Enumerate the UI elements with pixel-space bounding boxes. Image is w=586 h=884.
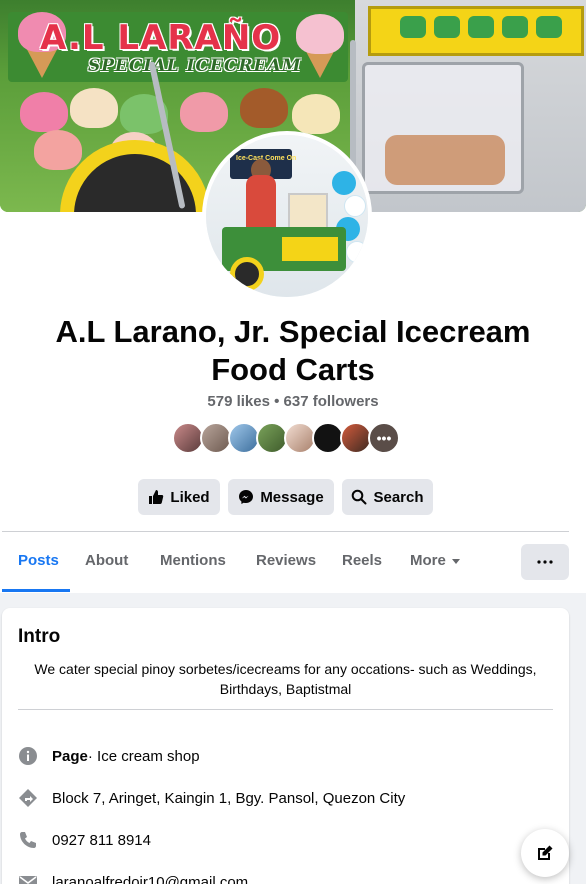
search-icon bbox=[352, 489, 367, 505]
scoop-decoration bbox=[34, 130, 82, 170]
message-label: Message bbox=[260, 488, 324, 506]
page-category-row: Page · Ice cream shop bbox=[18, 744, 200, 768]
address-text: Block 7, Aringet, Kaingin 1, Bgy. Pansol… bbox=[52, 789, 406, 807]
tab-more-label: More bbox=[410, 552, 446, 569]
intro-card: Intro We cater special pinoy sorbetes/ic… bbox=[2, 608, 569, 884]
tab-more[interactable]: More bbox=[410, 552, 460, 569]
more-dots-icon bbox=[537, 560, 553, 564]
tab-mentions[interactable]: Mentions bbox=[160, 552, 226, 569]
info-icon bbox=[18, 746, 38, 766]
phone-text: 0927 811 8914 bbox=[52, 831, 151, 849]
page-title: A.L Larano, Jr. Special Icecream Food Ca… bbox=[0, 313, 586, 389]
search-button[interactable]: Search bbox=[342, 479, 433, 515]
hex-decoration bbox=[468, 16, 494, 38]
compose-button[interactable] bbox=[521, 829, 569, 877]
action-buttons: Liked Message Search bbox=[0, 479, 586, 515]
email-icon bbox=[18, 872, 38, 884]
messenger-icon bbox=[239, 490, 254, 504]
cover-sign-subtitle: SPECIAL ICECREAM bbox=[88, 56, 302, 76]
balloon-decoration bbox=[332, 171, 356, 195]
likes-followers-count[interactable]: 579 likes • 637 followers bbox=[0, 393, 586, 410]
email-text: laranoalfredojr10@gmail.com bbox=[52, 873, 249, 884]
crate-contents bbox=[385, 135, 505, 185]
avatar-cart-wheel bbox=[230, 257, 264, 291]
page-category: · Ice cream shop bbox=[87, 747, 200, 765]
balloon-decoration bbox=[346, 241, 368, 263]
hex-decoration bbox=[502, 16, 528, 38]
scoop-decoration bbox=[180, 92, 228, 132]
compose-icon bbox=[538, 845, 553, 860]
liked-label: Liked bbox=[170, 488, 210, 506]
more-options-button[interactable] bbox=[521, 544, 569, 580]
cover-sign-title: A.L LARAÑO bbox=[40, 18, 282, 58]
address-row[interactable]: Block 7, Aringet, Kaingin 1, Bgy. Pansol… bbox=[18, 786, 405, 810]
scoop-decoration bbox=[292, 94, 340, 134]
intro-title: Intro bbox=[18, 626, 61, 647]
scoop-decoration bbox=[240, 88, 288, 128]
search-label: Search bbox=[373, 488, 424, 506]
liked-button[interactable]: Liked bbox=[138, 479, 220, 515]
phone-row[interactable]: 0927 811 8914 bbox=[18, 828, 151, 852]
cart-crate bbox=[362, 62, 524, 194]
avatar-cart-panel bbox=[282, 237, 338, 261]
content-area: Intro We cater special pinoy sorbetes/ic… bbox=[0, 593, 586, 884]
hex-decoration bbox=[536, 16, 562, 38]
balloon-decoration bbox=[344, 195, 366, 217]
caret-down-icon bbox=[451, 558, 460, 564]
tab-reviews[interactable]: Reviews bbox=[256, 552, 316, 569]
profile-avatar[interactable]: Ice-Cast Come On bbox=[202, 131, 372, 301]
page-tabs: Posts About Mentions Reviews Reels More bbox=[0, 532, 586, 592]
like-icon bbox=[149, 490, 164, 504]
email-row[interactable]: laranoalfredojr10@gmail.com bbox=[18, 870, 248, 884]
scoop-decoration bbox=[70, 88, 118, 128]
avatar-cart-top bbox=[288, 193, 328, 229]
active-tab-indicator bbox=[2, 589, 70, 592]
hex-decoration bbox=[434, 16, 460, 38]
message-button[interactable]: Message bbox=[228, 479, 334, 515]
tab-about[interactable]: About bbox=[85, 552, 128, 569]
hex-decoration bbox=[400, 16, 426, 38]
scoop-decoration bbox=[296, 14, 344, 54]
tab-posts[interactable]: Posts bbox=[18, 552, 59, 569]
page-title-line1: A.L Larano, Jr. Special Icecream bbox=[55, 314, 531, 349]
page-label: Page bbox=[52, 747, 88, 765]
page-title-line2: Food Carts bbox=[211, 352, 375, 387]
friends-who-like: ••• bbox=[172, 422, 412, 456]
intro-divider bbox=[18, 709, 553, 710]
directions-icon bbox=[18, 788, 38, 808]
intro-bio: We cater special pinoy sorbetes/icecream… bbox=[34, 661, 537, 697]
more-friends-icon[interactable]: ••• bbox=[368, 422, 400, 454]
tab-reels[interactable]: Reels bbox=[342, 552, 382, 569]
avatar-person bbox=[246, 175, 276, 231]
phone-icon bbox=[18, 830, 38, 850]
scoop-decoration bbox=[20, 92, 68, 132]
